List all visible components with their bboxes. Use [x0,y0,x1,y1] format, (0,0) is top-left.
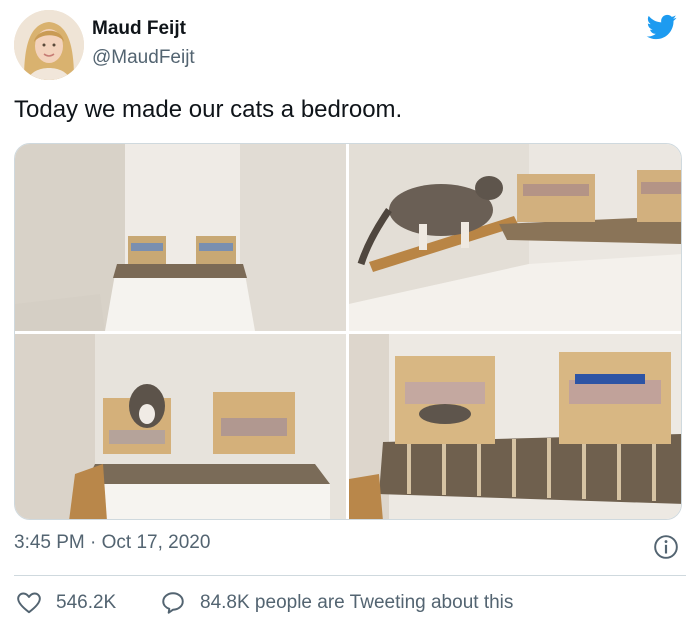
photo-3[interactable] [15,334,346,519]
cat-on-shelf-photo [349,144,681,331]
tweeting-link[interactable]: 84.8K people are Tweeting about this [160,589,513,617]
twitter-bird-icon[interactable] [645,12,679,42]
photo-4[interactable] [349,334,681,519]
divider [14,575,686,576]
avatar-image [14,10,84,80]
heart-icon [17,592,41,614]
speech-bubble-icon [162,592,184,614]
info-icon[interactable] [653,534,679,560]
user-handle[interactable]: @MaudFeijt [92,47,195,69]
tweet-card[interactable]: Maud Feijt @MaudFeijt Today we made our … [0,0,700,629]
cat-in-bed-photo [15,334,346,519]
tweet-text: Today we made our cats a bedroom. [14,96,403,123]
user-name[interactable]: Maud Feijt [92,18,186,40]
avatar[interactable] [14,10,84,80]
like-button[interactable]: 546.2K [16,589,116,617]
photo-1[interactable] [15,144,346,331]
tweet-timestamp[interactable]: 3:45 PM · Oct 17, 2020 [14,532,210,554]
cat-bedroom-wide-photo [15,144,346,331]
like-count: 546.2K [56,592,117,613]
photo-2[interactable] [349,144,681,331]
media-grid[interactable] [14,143,682,520]
tweeting-text: 84.8K people are Tweeting about this [200,592,514,613]
two-beds-closeup-photo [349,334,681,519]
